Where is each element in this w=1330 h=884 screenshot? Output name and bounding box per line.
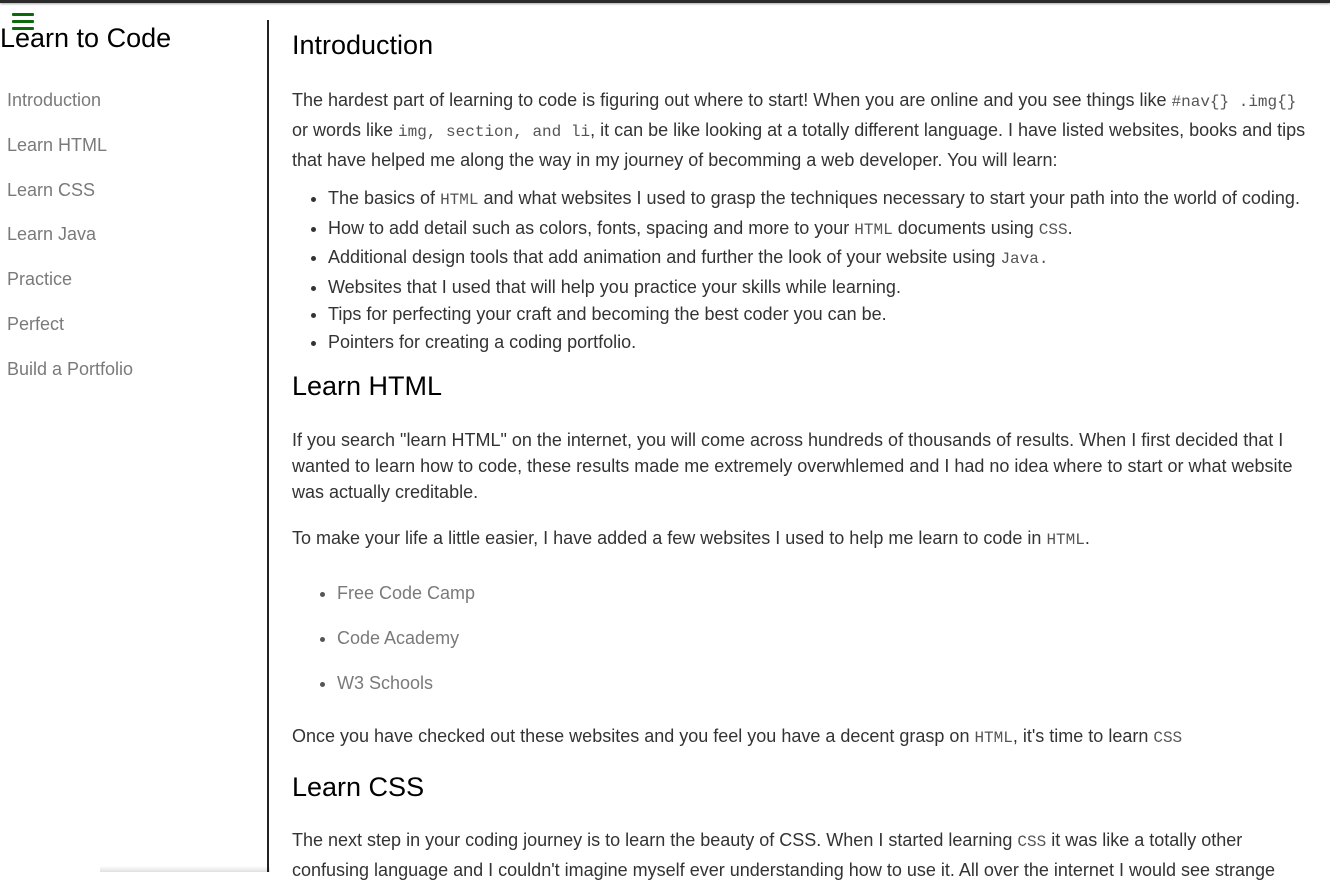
- css-paragraph-1: The next step in your coding journey is …: [292, 826, 1312, 884]
- list-item: W3 Schools: [337, 671, 475, 716]
- scroll-shadow: [100, 866, 270, 872]
- window-top-edge: [0, 0, 1330, 3]
- section-title-introduction: Introduction: [292, 30, 434, 60]
- list-text: The basics of: [328, 188, 441, 208]
- list-item: Tips for perfecting your craft and becom…: [328, 301, 1328, 329]
- sidebar-nav: Introduction Learn HTML Learn CSS Learn …: [7, 89, 257, 403]
- learning-list: The basics of HTML and what websites I u…: [292, 185, 1328, 357]
- code-snippet: #nav{} .img{}: [1171, 93, 1297, 111]
- code-snippet: HTML: [1046, 531, 1085, 549]
- sidebar-item-introduction[interactable]: Introduction: [7, 89, 257, 134]
- list-text: documents using: [892, 217, 1039, 238]
- sidebar-item-build-portfolio[interactable]: Build a Portfolio: [7, 358, 257, 403]
- link-free-code-camp[interactable]: Free Code Camp: [337, 583, 475, 603]
- paragraph-text: .: [1084, 528, 1090, 548]
- code-snippet: CSS: [1017, 833, 1047, 851]
- sidebar-item-learn-java[interactable]: Learn Java: [7, 223, 257, 268]
- html-resource-links: Free Code Camp Code Academy W3 Schools: [292, 581, 475, 716]
- section-title-learn-css: Learn CSS: [292, 772, 425, 802]
- intro-text-1: The hardest part of learning to code is …: [292, 90, 1172, 110]
- list-text: .: [1067, 217, 1073, 238]
- paragraph-text: The next step in your coding journey is …: [292, 830, 1018, 850]
- list-item: Free Code Camp: [337, 581, 475, 626]
- paragraph-text: , it's time to learn: [1012, 726, 1154, 746]
- code-snippet: HTML: [854, 220, 893, 239]
- site-title: Learn to Code: [0, 23, 172, 53]
- list-item: Additional design tools that add animati…: [328, 244, 1328, 274]
- intro-paragraph: The hardest part of learning to code is …: [292, 86, 1312, 174]
- paragraph-text: To make your life a little easier, I hav…: [292, 528, 1047, 548]
- html-paragraph-1: If you search "learn HTML" on the intern…: [292, 430, 1293, 502]
- sidebar-item-practice[interactable]: Practice: [7, 268, 257, 313]
- sidebar-item-perfect[interactable]: Perfect: [7, 313, 257, 358]
- code-snippet: HTML: [974, 729, 1013, 747]
- html-paragraph-2: To make your life a little easier, I hav…: [292, 524, 1312, 554]
- code-snippet: img, section, and li: [398, 123, 591, 141]
- sidebar-item-learn-html[interactable]: Learn HTML: [7, 134, 257, 179]
- code-snippet: HTML: [440, 191, 479, 209]
- link-w3-schools[interactable]: W3 Schools: [337, 673, 433, 693]
- section-title-learn-html: Learn HTML: [292, 371, 443, 401]
- list-item: The basics of HTML and what websites I u…: [328, 185, 1328, 215]
- code-snippet: CSS: [1038, 220, 1068, 239]
- list-item: Websites that I used that will help you …: [328, 274, 1328, 302]
- html-paragraph-3: Once you have checked out these websites…: [292, 722, 1312, 752]
- sidebar-divider: [267, 20, 269, 872]
- link-code-academy[interactable]: Code Academy: [337, 628, 459, 648]
- paragraph-text: Once you have checked out these websites…: [292, 726, 975, 746]
- list-text: and what websites I used to grasp the te…: [478, 188, 1300, 208]
- list-item: Code Academy: [337, 626, 475, 671]
- intro-text-2: or words like: [292, 120, 399, 140]
- list-text: How to add detail such as colors, fonts,…: [328, 217, 855, 238]
- code-snippet: Java.: [1000, 250, 1049, 269]
- code-snippet: CSS: [1153, 729, 1183, 747]
- list-item: Pointers for creating a coding portfolio…: [328, 329, 1328, 357]
- sidebar-item-learn-css[interactable]: Learn CSS: [7, 179, 257, 224]
- list-text: Additional design tools that add animati…: [328, 247, 1001, 268]
- list-item: How to add detail such as colors, fonts,…: [328, 215, 1328, 245]
